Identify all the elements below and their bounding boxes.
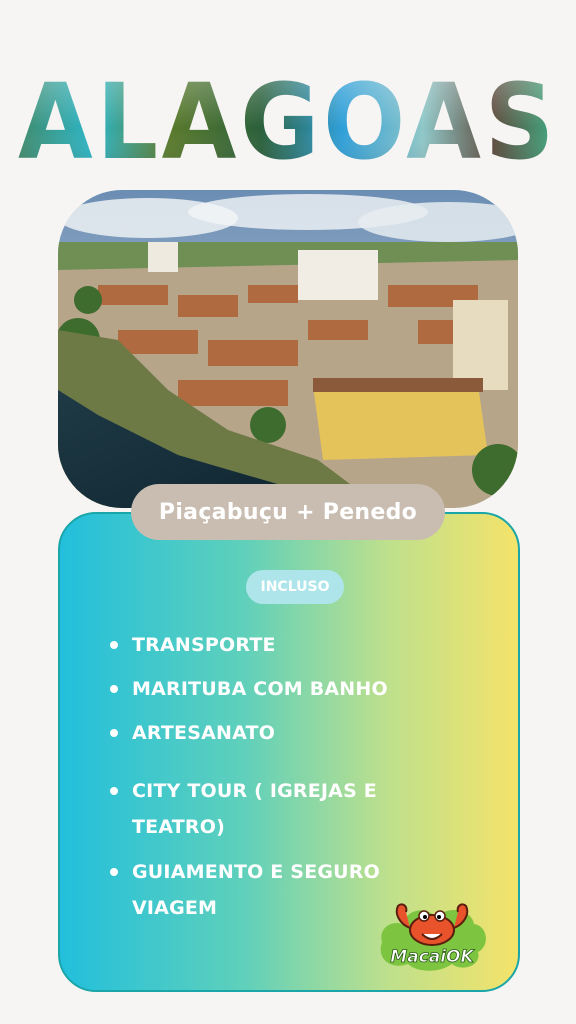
bullet-icon	[110, 729, 118, 737]
list-item: CITY TOUR ( IGREJAS E TEATRO)	[110, 773, 380, 845]
logo-text: MacaiOK	[390, 947, 475, 967]
list-item: ARTESANATO	[110, 715, 410, 751]
brand-logo: MacaiOK	[372, 894, 492, 974]
bullet-icon	[110, 787, 118, 795]
bullet-icon	[110, 685, 118, 693]
photo-filled-title: ALAGOAS ALAGOAS	[18, 61, 558, 168]
destination-pill: Piaçabuçu + Penedo	[131, 484, 445, 540]
list-item: MARITUBA COM BANHO	[110, 671, 410, 707]
list-item: TRANSPORTE	[110, 627, 410, 663]
page-title: ALAGOAS ALAGOAS	[0, 58, 576, 168]
title-shading: ALAGOAS	[18, 61, 558, 168]
bullet-icon	[110, 868, 118, 876]
bullet-icon	[110, 641, 118, 649]
list-item: GUIAMENTO E SEGURO VIAGEM	[110, 854, 400, 926]
city-aerial-photo	[58, 190, 518, 508]
